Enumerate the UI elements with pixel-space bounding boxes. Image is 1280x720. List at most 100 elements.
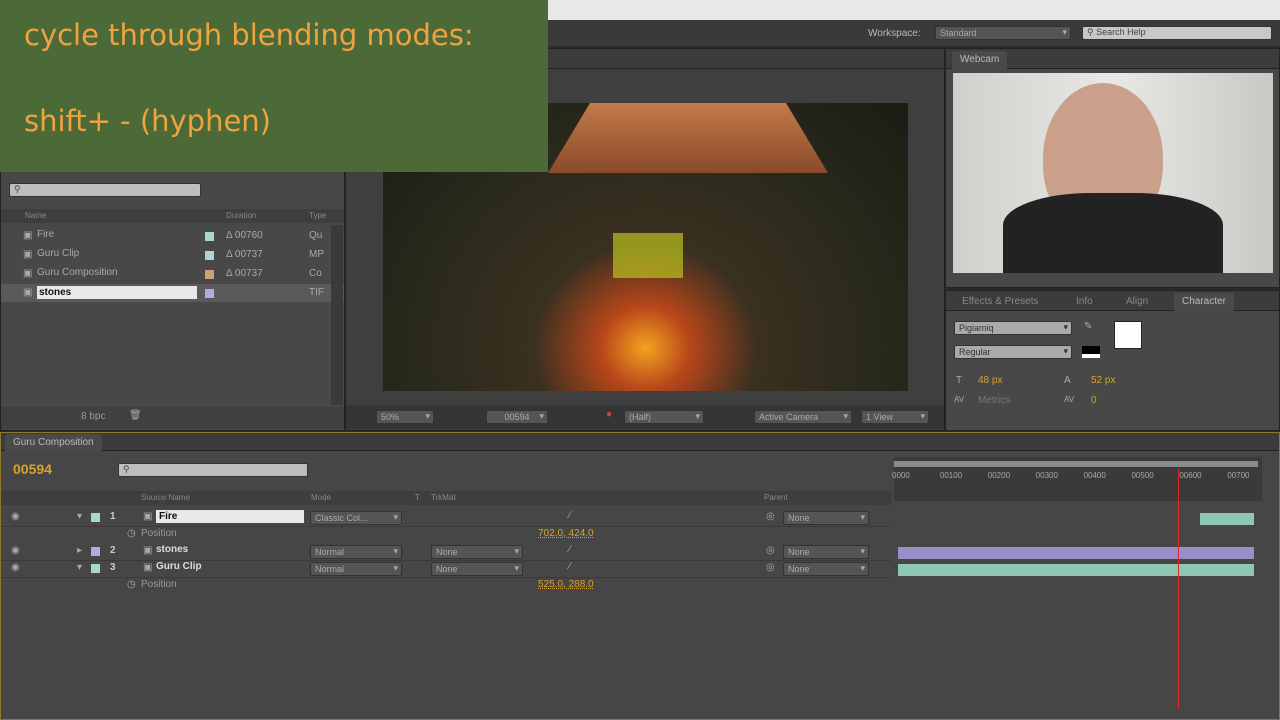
layer-name[interactable]: Fire <box>156 510 304 523</box>
expand-arrow-icon[interactable]: ▸ <box>77 545 82 556</box>
layer-number: 1 <box>110 511 116 522</box>
kerning-value[interactable]: Metrics <box>978 395 1010 406</box>
layer-duration-bar[interactable] <box>898 564 1254 576</box>
timeline-search-input[interactable]: ⚲ <box>118 463 308 477</box>
eye-icon[interactable]: ◉ <box>11 562 20 573</box>
parent-dropdown[interactable]: None <box>783 511 869 525</box>
parent-dropdown[interactable]: None <box>783 562 869 576</box>
current-time-field[interactable]: 00594 <box>486 410 548 424</box>
label-color-swatch[interactable] <box>205 289 214 298</box>
eye-icon[interactable]: ◉ <box>11 511 20 522</box>
quality-icon[interactable]: ⁄ <box>569 561 571 572</box>
blend-mode-dropdown[interactable]: Normal <box>310 545 402 559</box>
webcam-feed <box>953 73 1273 273</box>
tab-character[interactable]: Character <box>1174 293 1234 311</box>
quality-icon[interactable]: ⁄ <box>569 510 571 521</box>
col-trkmat[interactable]: TrkMat <box>431 493 456 502</box>
font-style-dropdown[interactable]: Regular <box>954 345 1072 359</box>
project-item[interactable]: ▣ Fire Δ 00760 Qu <box>1 227 344 245</box>
layer-duration-bar[interactable] <box>898 547 1254 559</box>
label-color-swatch[interactable] <box>205 232 214 241</box>
work-area-bar[interactable] <box>894 461 1258 467</box>
workspace-dropdown[interactable]: Standard <box>935 26 1071 40</box>
timeline-panel: Guru Composition 00594 ⚲ Source Name Mod… <box>0 432 1280 720</box>
project-item[interactable]: ▣ Guru Clip Δ 00737 MP <box>1 246 344 264</box>
search-help-input[interactable]: ⚲ Search Help <box>1082 26 1272 40</box>
search-help-text: Search Help <box>1096 27 1146 37</box>
expand-arrow-icon[interactable]: ▾ <box>77 562 82 573</box>
resolution-dropdown[interactable]: (Half) <box>624 410 704 424</box>
channel-icon[interactable]: ● <box>606 409 612 420</box>
layer-row[interactable]: ◉ ▾ 3 ▣ Guru Clip Normal None ⁄ ◎ None <box>1 560 891 578</box>
pickwhip-icon[interactable]: ◎ <box>766 511 775 522</box>
property-value[interactable]: 525.0, 288.0 <box>538 579 594 590</box>
ruler-tick-label: 00300 <box>1035 471 1058 480</box>
playhead[interactable] <box>1178 469 1180 709</box>
project-item-name[interactable]: stones <box>37 286 197 299</box>
font-size-value[interactable]: 48 px <box>978 375 1002 386</box>
views-dropdown[interactable]: 1 View <box>861 410 929 424</box>
property-value[interactable]: 702.0, 424.0 <box>538 528 594 539</box>
stopwatch-icon[interactable]: ◷ <box>127 579 136 590</box>
layer-label-swatch[interactable] <box>91 564 100 573</box>
label-color-swatch[interactable] <box>205 270 214 279</box>
col-name[interactable]: Name <box>25 211 46 220</box>
default-colors-icon[interactable] <box>1082 346 1100 358</box>
ruler-tick-label: 0000 <box>892 471 910 480</box>
eye-icon[interactable]: ◉ <box>11 545 20 556</box>
col-duration[interactable]: Duration <box>226 211 256 220</box>
blend-mode-dropdown[interactable]: Normal <box>310 562 402 576</box>
trkmat-dropdown[interactable]: None <box>431 562 523 576</box>
tab-align[interactable]: Align <box>1118 293 1156 311</box>
layer-name[interactable]: stones <box>156 544 188 555</box>
label-color-swatch[interactable] <box>205 251 214 260</box>
expand-arrow-icon[interactable]: ▾ <box>77 511 82 522</box>
project-item-type: Co <box>309 268 322 279</box>
project-item[interactable]: ▣ Guru Composition Δ 00737 Co <box>1 265 344 283</box>
tab-effects-presets[interactable]: Effects & Presets <box>954 293 1047 311</box>
pickwhip-icon[interactable]: ◎ <box>766 545 775 556</box>
font-size-icon: T <box>956 375 963 386</box>
col-mode[interactable]: Mode <box>311 493 331 502</box>
pickwhip-icon[interactable]: ◎ <box>766 562 775 573</box>
eyedropper-icon[interactable]: ✎ <box>1084 321 1092 332</box>
camera-dropdown[interactable]: Active Camera <box>754 410 852 424</box>
ruler-tick-label: 00600 <box>1179 471 1202 480</box>
layer-row[interactable]: ◉ ▸ 2 ▣ stones Normal None ⁄ ◎ None <box>1 543 891 561</box>
footage-icon: ▣ <box>23 268 33 279</box>
bit-depth-button[interactable]: 8 bpc <box>81 411 105 422</box>
tab-guru-composition[interactable]: Guru Composition <box>5 434 102 451</box>
layer-row[interactable]: ◉ ▾ 1 ▣ Fire Classic Col... ⁄ ◎ None <box>1 509 891 527</box>
font-family-dropdown[interactable]: Pigiamiq <box>954 321 1072 335</box>
quality-icon[interactable]: ⁄ <box>569 544 571 555</box>
stopwatch-icon[interactable]: ◷ <box>127 528 136 539</box>
project-item[interactable]: ▣ stones TIF <box>1 284 344 302</box>
timeline-timecode[interactable]: 00594 <box>13 461 52 477</box>
col-source-name[interactable]: Source Name <box>141 493 190 502</box>
tab-info[interactable]: Info <box>1068 293 1101 311</box>
footage-icon: ▣ <box>23 287 33 298</box>
fill-color-swatch[interactable] <box>1114 321 1142 349</box>
layer-label-swatch[interactable] <box>91 547 100 556</box>
tab-webcam[interactable]: Webcam <box>952 51 1008 69</box>
col-t[interactable]: T <box>415 493 420 502</box>
tracking-icon: AV <box>1064 395 1075 404</box>
trkmat-dropdown[interactable]: None <box>431 545 523 559</box>
project-item-duration: Δ 00760 <box>226 230 263 241</box>
project-scrollbar[interactable] <box>331 225 343 405</box>
layer-duration-bar[interactable] <box>1199 513 1254 525</box>
magnification-dropdown[interactable]: 50% <box>376 410 434 424</box>
col-parent[interactable]: Parent <box>764 493 788 502</box>
project-item-name: Guru Clip <box>37 248 80 259</box>
blend-mode-dropdown[interactable]: Classic Col... <box>310 511 402 525</box>
layer-label-swatch[interactable] <box>91 513 100 522</box>
parent-dropdown[interactable]: None <box>783 545 869 559</box>
time-ruler[interactable]: 0000 00100 00200 00300 00400 00500 00600 00700 <box>892 457 1262 501</box>
project-search-input[interactable]: ⚲ <box>9 183 201 197</box>
footage-icon: ▣ <box>143 545 153 556</box>
leading-value[interactable]: 52 px <box>1091 375 1115 386</box>
layer-name[interactable]: Guru Clip <box>156 561 202 572</box>
tracking-value[interactable]: 0 <box>1091 395 1097 406</box>
col-type[interactable]: Type <box>309 211 326 220</box>
trash-icon[interactable]: 🗑 <box>129 410 142 421</box>
